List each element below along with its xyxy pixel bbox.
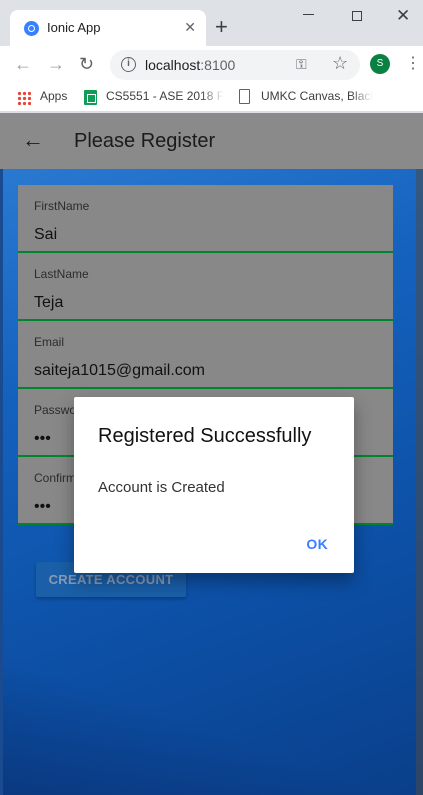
page-icon [239, 89, 250, 104]
alert-dialog: Registered Successfully Account is Creat… [74, 397, 354, 573]
field-value[interactable]: ••• [34, 430, 51, 448]
field-value[interactable]: saiteja1015@gmail.com [34, 362, 205, 380]
background-decoration [0, 635, 423, 795]
app-viewport: ← Please Register FirstName Sai LastName… [0, 113, 423, 795]
bookmark-umkc-canvas[interactable]: UMKC Canvas, Blackb [261, 89, 373, 103]
window-close-icon[interactable]: ✕ [396, 6, 410, 26]
forward-icon[interactable]: → [47, 52, 65, 76]
apps-grid-icon[interactable] [17, 91, 31, 105]
maximize-icon[interactable] [352, 11, 362, 21]
field-value[interactable]: Sai [34, 226, 57, 244]
info-icon[interactable]: i [121, 57, 136, 72]
firstname-field[interactable]: FirstName Sai [18, 185, 393, 253]
tab-strip: Ionic App ✕ + ✕ [0, 0, 423, 46]
field-label: LastName [34, 267, 89, 281]
url-host: localhost [145, 57, 201, 73]
field-label: Email [34, 335, 65, 349]
star-icon[interactable]: ☆ [332, 53, 348, 74]
key-icon[interactable]: ⚿ [296, 56, 307, 73]
tab-title: Ionic App [47, 20, 101, 35]
new-tab-button[interactable]: + [215, 16, 228, 38]
reload-icon[interactable]: ↻ [79, 52, 94, 76]
browser-tab[interactable]: Ionic App ✕ [10, 10, 206, 46]
field-value[interactable]: ••• [34, 498, 51, 516]
url-text[interactable]: localhost:8100 [145, 57, 235, 73]
bookmark-cs5551[interactable]: CS5551 - ASE 2018 Fa [106, 89, 224, 103]
field-label: FirstName [34, 199, 90, 213]
sheets-icon [84, 90, 97, 105]
scrollbar[interactable] [416, 169, 423, 795]
bookmarks-bar: Apps CS5551 - ASE 2018 Fa UMKC Canvas, B… [0, 84, 423, 112]
browser-toolbar: ← → ↻ i localhost:8100 ⚿ ☆ S ⋮ [0, 46, 423, 84]
ionic-favicon-icon [24, 21, 39, 36]
profile-avatar[interactable]: S [370, 54, 390, 74]
ok-button[interactable]: OK [306, 536, 328, 552]
email-field[interactable]: Email saiteja1015@gmail.com [18, 321, 393, 389]
bookmark-apps[interactable]: Apps [40, 89, 67, 103]
back-arrow-icon[interactable]: ← [22, 128, 44, 152]
app-header: ← Please Register [0, 113, 423, 169]
menu-dots-icon[interactable]: ⋮ [405, 52, 421, 76]
tab-close-icon[interactable]: ✕ [184, 18, 196, 36]
backdrop-edge-left [0, 169, 3, 795]
back-icon[interactable]: ← [14, 52, 32, 76]
lastname-field[interactable]: LastName Teja [18, 253, 393, 321]
page-title: Please Register [74, 130, 216, 152]
url-port: :8100 [200, 57, 236, 73]
address-bar[interactable]: i localhost:8100 ⚿ ☆ [110, 50, 360, 80]
field-value[interactable]: Teja [34, 294, 63, 312]
minimize-icon[interactable] [303, 14, 314, 15]
alert-title: Registered Successfully [98, 425, 312, 447]
alert-message: Account is Created [98, 479, 225, 496]
